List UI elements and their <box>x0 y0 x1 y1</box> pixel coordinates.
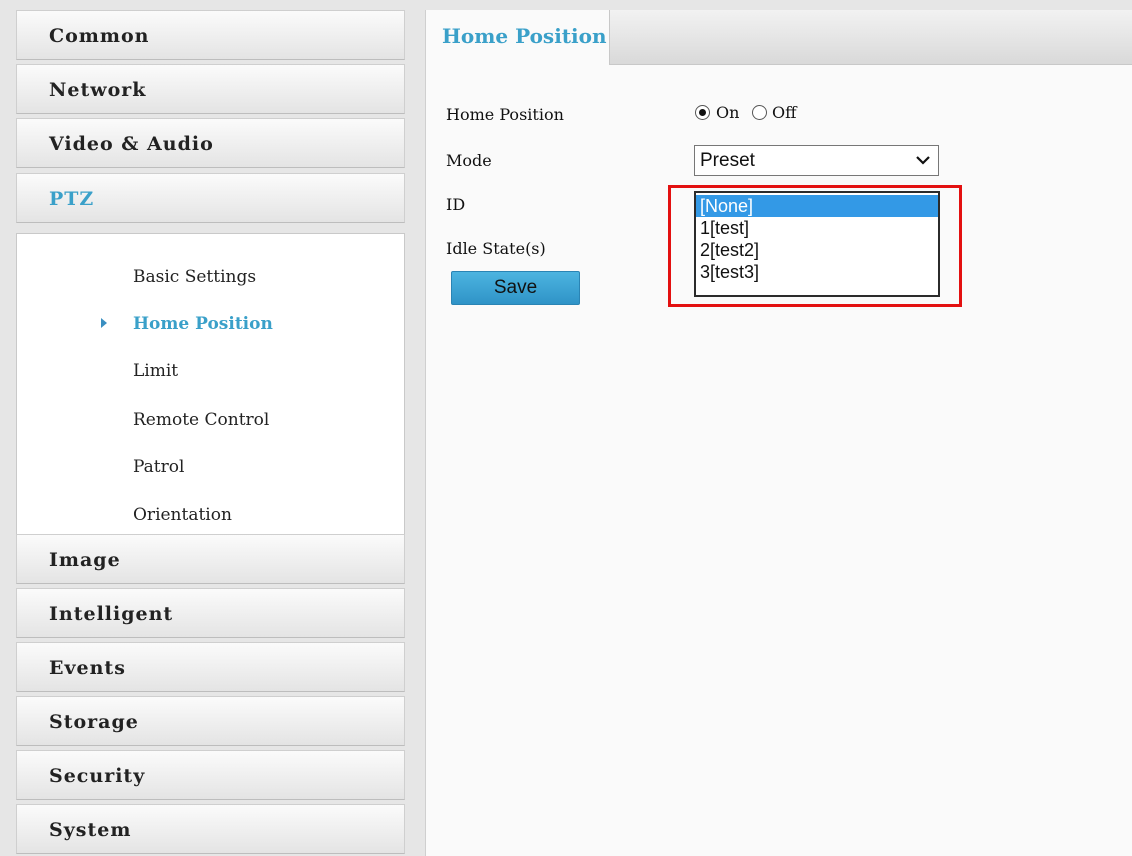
radio-on-label[interactable]: On <box>716 103 739 122</box>
id-option[interactable]: 3[test3] <box>696 261 938 283</box>
main-panel: Home Position Home Position On Off Mode … <box>425 10 1132 856</box>
id-option[interactable]: 2[test2] <box>696 239 938 261</box>
sidebar-item-intelligent[interactable]: Intelligent <box>16 588 405 638</box>
ptz-submenu: Basic Settings Home Position Limit Remot… <box>16 233 405 539</box>
mode-select[interactable]: Preset <box>694 145 939 176</box>
sidebar-item-events[interactable]: Events <box>16 642 405 692</box>
submenu-item-remote-control[interactable]: Remote Control <box>133 410 269 430</box>
tab-home-position[interactable]: Home Position <box>426 10 610 65</box>
sidebar: Common Network Video & Audio PTZ Basic S… <box>16 10 407 856</box>
sidebar-item-video-audio[interactable]: Video & Audio <box>16 118 405 168</box>
id-listbox[interactable]: [None] 1[test] 2[test2] 3[test3] <box>694 191 940 297</box>
submenu-arrow-icon <box>101 318 107 328</box>
mode-label: Mode <box>446 151 492 170</box>
submenu-item-home-position[interactable]: Home Position <box>133 314 273 334</box>
id-option[interactable]: [None] <box>696 195 938 217</box>
sidebar-item-ptz[interactable]: PTZ <box>16 173 405 223</box>
idle-state-label: Idle State(s) <box>446 239 546 258</box>
save-button[interactable]: Save <box>451 271 580 305</box>
submenu-item-orientation[interactable]: Orientation <box>133 505 232 525</box>
radio-on-icon[interactable] <box>695 105 710 120</box>
submenu-item-patrol[interactable]: Patrol <box>133 457 184 477</box>
chevron-down-icon <box>916 156 930 165</box>
sidebar-item-network[interactable]: Network <box>16 64 405 114</box>
submenu-item-limit[interactable]: Limit <box>133 361 178 381</box>
home-position-label: Home Position <box>446 105 564 124</box>
sidebar-item-security[interactable]: Security <box>16 750 405 800</box>
sidebar-item-system[interactable]: System <box>16 804 405 854</box>
sidebar-item-storage[interactable]: Storage <box>16 696 405 746</box>
sidebar-item-image[interactable]: Image <box>16 534 405 584</box>
mode-select-value: Preset <box>700 150 755 171</box>
id-label: ID <box>446 195 466 214</box>
tab-bar: Home Position <box>426 10 1132 65</box>
radio-off-label[interactable]: Off <box>772 103 796 122</box>
id-option[interactable]: 1[test] <box>696 217 938 239</box>
submenu-item-basic-settings[interactable]: Basic Settings <box>133 267 256 287</box>
sidebar-item-common[interactable]: Common <box>16 10 405 60</box>
radio-off-icon[interactable] <box>752 105 767 120</box>
